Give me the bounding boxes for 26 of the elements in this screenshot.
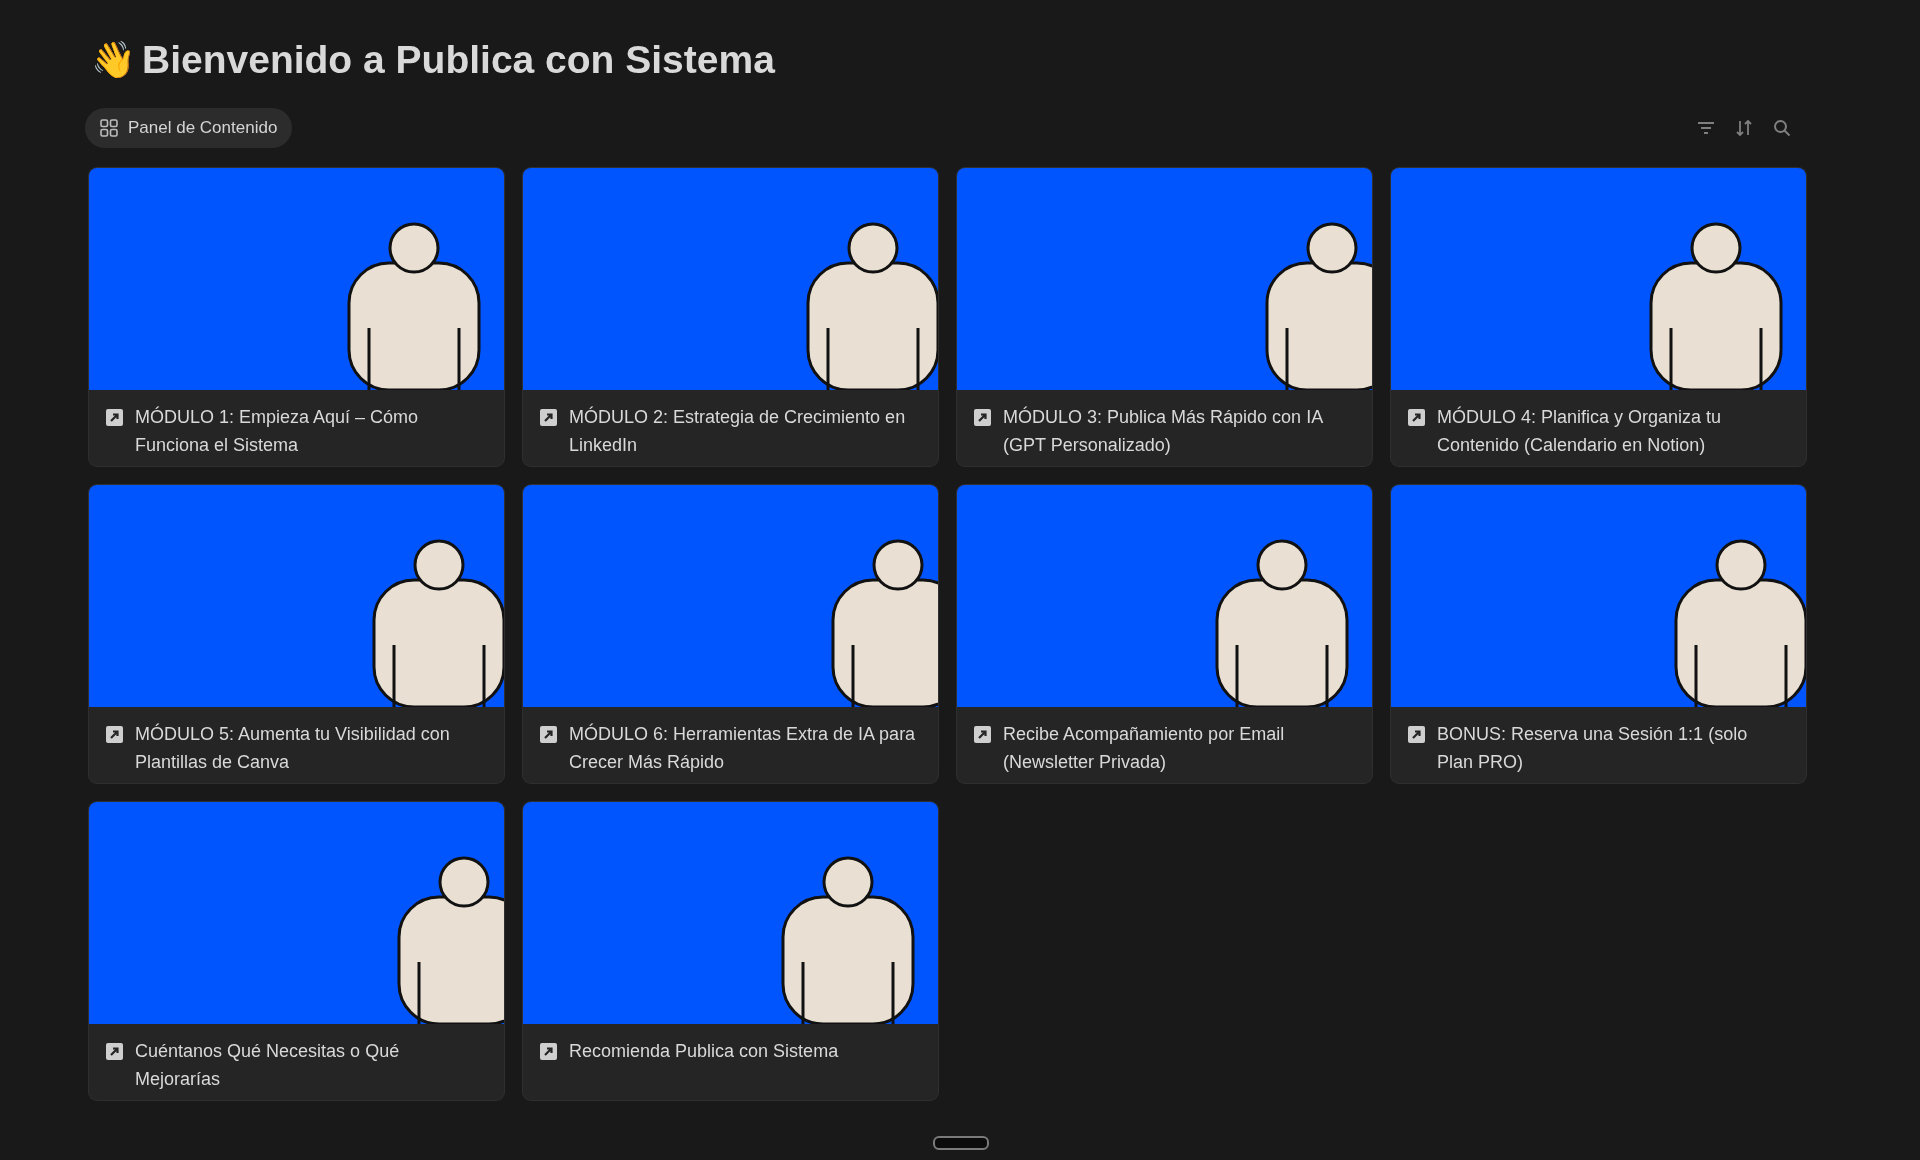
card-title: MÓDULO 1: Empieza Aquí – Cómo Funciona el Sistema xyxy=(135,405,420,457)
content-card[interactable]: MÓDULO 2: Estrategia de Crecimiento en LinkedIn xyxy=(523,168,938,466)
card-title: Cuéntanos Qué Necesitas o Qué Mejorarías xyxy=(135,1040,401,1091)
card-title: MÓDULO 5: Aumenta tu Visibilidad con Plantillas de Canva xyxy=(135,722,451,774)
content-card[interactable]: MÓDULO 6: Herramientas Extra de IA para Crecer Más Rápido xyxy=(523,485,938,783)
content-card[interactable]: BONUS: Reserva una Sesión 1:1 (solo Plan PRO) xyxy=(1391,485,1806,783)
card-title: MÓDULO 6: Herramientas Extra de IA para Crecer Más Rápido xyxy=(569,722,917,774)
card-title: MÓDULO 2: Estrategia de Crecimiento en LinkedIn xyxy=(569,405,907,457)
content-card[interactable]: MÓDULO 1: Empieza Aquí – Cómo Funciona el Sistema xyxy=(89,168,504,466)
card-title: Recibe Acompañamiento por Email (Newsletter Privada) xyxy=(1003,723,1286,774)
view-tab[interactable]: Panel de Contenido xyxy=(85,108,293,148)
card-title: MÓDULO 3: Publica Más Rápido con IA (GPT Personalizado) xyxy=(1003,405,1324,457)
content-card[interactable]: MÓDULO 3: Publica Más Rápido con IA (GPT Personalizado) xyxy=(957,168,1372,466)
card-title: BONUS: Reserva una Sesión 1:1 (solo Plan PRO) xyxy=(1437,723,1749,774)
card-title: Recomienda Publica con Sistema xyxy=(569,1040,839,1063)
card-title: MÓDULO 4: Planifica y Organiza tu Contenido (Calendario en Notion) xyxy=(1437,405,1723,457)
search-button[interactable] xyxy=(1771,117,1793,139)
content-card[interactable]: Recomienda Publica con Sistema xyxy=(523,802,938,1100)
scroll-handle[interactable] xyxy=(933,1136,989,1150)
page-title: Bienvenido a Publica con Sistema xyxy=(142,38,775,82)
content-card[interactable]: MÓDULO 5: Aumenta tu Visibilidad con Plantillas de Canva xyxy=(89,485,504,783)
waving-hand-emoji: 👋 xyxy=(91,39,136,81)
content-card[interactable]: Recibe Acompañamiento por Email (Newsletter Privada) xyxy=(957,485,1372,783)
grid-icon xyxy=(100,119,118,137)
content-card[interactable]: Cuéntanos Qué Necesitas o Qué Mejorarías xyxy=(89,802,504,1100)
content-card[interactable]: MÓDULO 4: Planifica y Organiza tu Contenido (Calendario en Notion) xyxy=(1391,168,1806,466)
